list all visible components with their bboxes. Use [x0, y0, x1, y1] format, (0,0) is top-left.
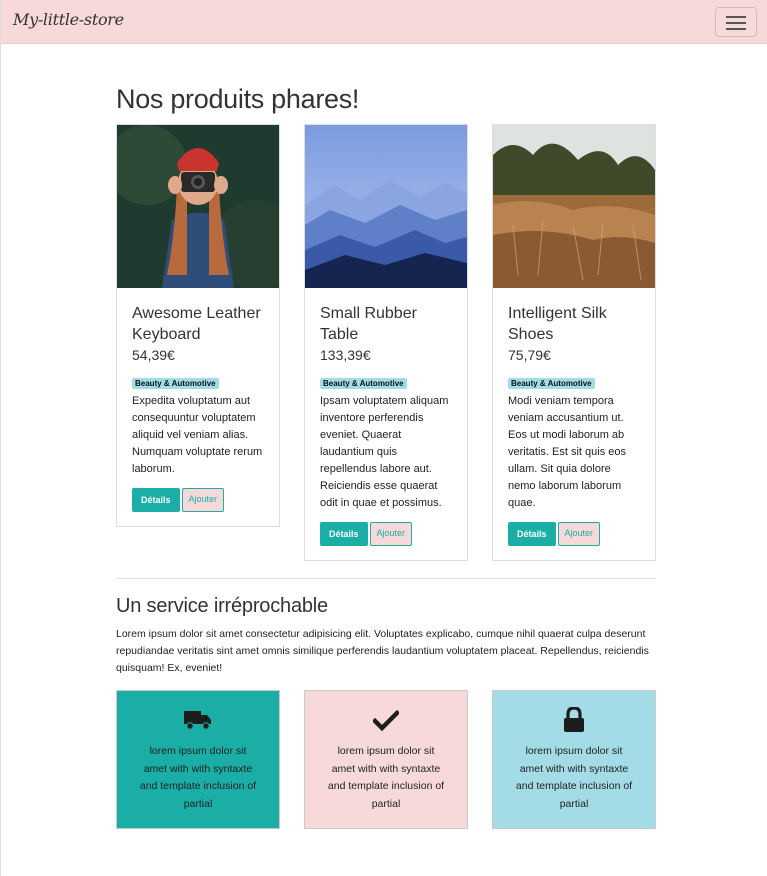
add-to-cart-button[interactable]: Ajouter: [369, 522, 413, 546]
product-card: Small Rubber Table 133,39€ Beauty & Auto…: [304, 124, 468, 561]
product-description: Ipsam voluptatem aliquam inventore perfe…: [320, 395, 449, 509]
feature-text: lorem ipsum dolor sit amet with with syn…: [139, 745, 257, 810]
truck-icon: [183, 707, 213, 733]
check-icon: [371, 707, 401, 733]
product-name[interactable]: Intelligent Silk Shoes: [508, 303, 640, 345]
product-image[interactable]: [117, 125, 279, 288]
product-name[interactable]: Awesome Leather Keyboard: [132, 303, 264, 345]
category-badge: Beauty & Automotive: [132, 378, 219, 389]
hamburger-icon: [726, 16, 746, 18]
product-description: Expedita voluptatum aut consequuntur vol…: [132, 395, 263, 475]
section-divider: [116, 578, 656, 579]
lock-icon: [559, 707, 589, 733]
product-price: 133,39€: [320, 347, 371, 363]
feature-text: lorem ipsum dolor sit amet with with syn…: [327, 745, 445, 810]
product-price: 54,39€: [132, 347, 175, 363]
product-image[interactable]: [305, 125, 467, 288]
category-badge: Beauty & Automotive: [508, 378, 595, 389]
category-badge: Beauty & Automotive: [320, 378, 407, 389]
product-image[interactable]: [493, 125, 655, 288]
details-button[interactable]: Détails: [132, 488, 180, 512]
details-button[interactable]: Détails: [508, 522, 556, 546]
product-name[interactable]: Small Rubber Table: [320, 303, 452, 345]
add-to-cart-button[interactable]: Ajouter: [557, 522, 601, 546]
products-section-title: Nos produits phares!: [116, 84, 360, 114]
product-card: Awesome Leather Keyboard 54,39€ Beauty &…: [116, 124, 280, 527]
feature-box-quality: lorem ipsum dolor sit amet with with syn…: [304, 690, 468, 829]
menu-toggle-button[interactable]: [715, 7, 757, 37]
details-button[interactable]: Détails: [320, 522, 368, 546]
product-description: Modi veniam tempora veniam accusantium u…: [508, 395, 626, 509]
service-section-title: Un service irréprochable: [116, 595, 328, 617]
product-price: 75,79€: [508, 347, 551, 363]
product-card: Intelligent Silk Shoes 75,79€ Beauty & A…: [492, 124, 656, 561]
navbar: My-little-store: [1, 0, 767, 44]
feature-box-security: lorem ipsum dolor sit amet with with syn…: [492, 690, 656, 829]
brand-logo[interactable]: My-little-store: [13, 10, 124, 29]
add-to-cart-button[interactable]: Ajouter: [181, 488, 225, 512]
feature-box-delivery: lorem ipsum dolor sit amet with with syn…: [116, 690, 280, 829]
service-description: Lorem ipsum dolor sit amet consectetur a…: [116, 628, 649, 674]
feature-text: lorem ipsum dolor sit amet with with syn…: [515, 745, 633, 810]
